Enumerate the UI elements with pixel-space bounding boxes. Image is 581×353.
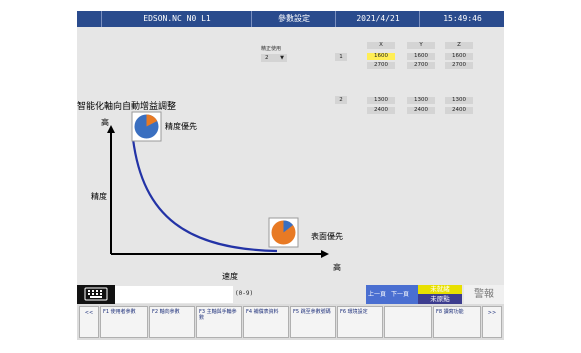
not-ready-indicator: 未就緒 (418, 285, 462, 294)
next-page-button[interactable]: 下一頁 (391, 289, 409, 298)
fkey-f4-button[interactable]: F4 補償表資料 (243, 306, 289, 338)
prev-page-button[interactable]: 上一頁 (368, 289, 386, 298)
fkey-f7-button[interactable] (384, 306, 432, 338)
y-axis-high-label: 高 (101, 118, 109, 127)
tradeoff-curve (131, 138, 278, 253)
not-homed-indicator: 未原點 (418, 294, 462, 304)
precision-priority-label: 精度優先 (165, 122, 197, 131)
time-label: 15:49:46 (419, 11, 505, 27)
cnc-screen: EDSON.NC N0 L1 參數設定 2021/4/21 15:49:46 精… (77, 11, 504, 340)
main-area: 精正使用 2 ▼ X Y Z 1 1600 1600 1600 2700 270… (77, 27, 504, 285)
fkey-f6-button[interactable]: F6 環境設定 (337, 306, 383, 338)
fkey-prev-button[interactable]: << (79, 306, 99, 338)
date-label: 2021/4/21 (335, 11, 420, 27)
title-blank (77, 11, 101, 27)
mode-label: 參數設定 (251, 11, 336, 27)
y-axis-label: 精度 (91, 192, 107, 201)
fkey-f5-button[interactable]: F5 跳至參數號碼 (290, 306, 336, 338)
input-range-hint: (0-9) (235, 290, 254, 297)
alarm-indicator[interactable]: 警報 (464, 285, 504, 304)
x-axis-label: 速度 (222, 272, 238, 281)
fkey-f1-button[interactable]: F1 使用者參數 (100, 306, 148, 338)
x-axis-high-label: 高 (333, 263, 341, 272)
surface-priority-label: 表面優先 (311, 232, 343, 241)
page-nav: 上一頁 下一頁 (366, 285, 418, 304)
command-input[interactable] (115, 286, 233, 303)
x-axis-arrow-icon (321, 250, 329, 258)
keyboard-button[interactable] (77, 285, 115, 304)
machine-name: EDSON.NC N0 L1 (101, 11, 252, 27)
fkey-f8-button[interactable]: F8 讀寫功能 (433, 306, 481, 338)
status-bar: (0-9) 上一頁 下一頁 未就緒 未原點 警報 (77, 285, 504, 304)
title-bar: EDSON.NC N0 L1 參數設定 2021/4/21 15:49:46 (77, 11, 504, 27)
fkey-f2-button[interactable]: F2 軸向參數 (149, 306, 195, 338)
function-key-bar: << F1 使用者參數 F2 軸向參數 F3 主軸與手輪參數 F4 補償表資料 … (77, 304, 504, 340)
fkey-f3-button[interactable]: F3 主軸與手輪參數 (196, 306, 242, 338)
gain-diagram (107, 111, 329, 258)
keyboard-icon (84, 287, 108, 301)
fkey-next-button[interactable]: >> (482, 306, 502, 338)
